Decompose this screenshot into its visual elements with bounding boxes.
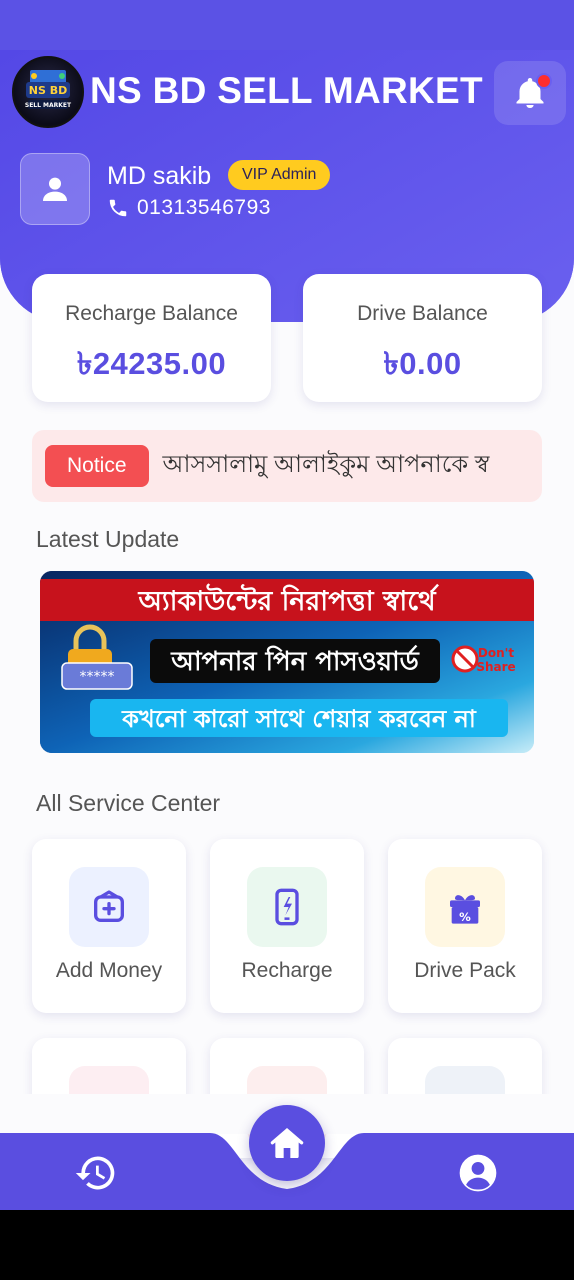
notice-tag: Notice [45, 445, 149, 487]
nav-history-button[interactable] [74, 1151, 118, 1195]
nav-home-button[interactable] [249, 1105, 325, 1181]
phone-icon [109, 199, 127, 217]
banner-pin-mask: ***** [80, 669, 115, 685]
dont-share-badge: Don't Share [451, 645, 516, 674]
latest-update-title: Latest Update [36, 526, 180, 552]
user-phone: 01313546793 [137, 196, 271, 219]
app-logo: NS BD SELL MARKET [12, 56, 84, 128]
banner-line-1: অ্যাকাউন্টের নিরাপত্তা স্বার্থে [137, 583, 439, 617]
vip-badge: VIP Admin [228, 160, 331, 190]
svg-text:NS BD: NS BD [29, 84, 67, 97]
service-drive-pack[interactable]: % Drive Pack [388, 839, 542, 1013]
wallet-plus-icon [69, 867, 149, 947]
banner-line-2: আপনার পিন পাসওয়ার্ড [170, 645, 419, 677]
service-label: Add Money [55, 959, 163, 982]
recharge-balance-card[interactable]: Recharge Balance ৳24235.00 [32, 274, 271, 402]
user-name: MD sakib [107, 162, 212, 190]
drive-balance-card[interactable]: Drive Balance ৳0.00 [303, 274, 542, 402]
avatar[interactable] [20, 153, 90, 225]
profile-icon [459, 1154, 497, 1192]
banner-badge-line-1: Don't [478, 646, 514, 660]
banner-line-3: কখনো কারো সাথে শেয়ার করবেন না [121, 705, 477, 733]
app-screen: NS BD SELL MARKET NS BD SELL MARKET MD s… [0, 0, 574, 1280]
app-title: NS BD SELL MARKET [90, 70, 483, 111]
service-label: Drive Pack [414, 959, 516, 982]
user-icon [43, 177, 67, 201]
banner-badge-line-2: Share [476, 660, 515, 674]
gift-percent-icon: % [425, 867, 505, 947]
svg-text:%: % [459, 910, 471, 924]
history-icon [75, 1156, 115, 1190]
phone-charge-icon [247, 867, 327, 947]
service-add-money[interactable]: Add Money [32, 839, 186, 1013]
all-service-title: All Service Center [36, 790, 221, 816]
nav-profile-button[interactable] [456, 1151, 500, 1195]
home-icon [270, 1128, 304, 1158]
service-label: Recharge [241, 959, 333, 982]
notification-dot [536, 73, 552, 89]
security-banner[interactable]: অ্যাকাউন্টের নিরাপত্তা স্বার্থে ***** আপ… [40, 571, 534, 753]
notification-button[interactable] [494, 61, 566, 125]
notice-text: আসসালামু আলাইকুম আপনাকে স্ব [162, 451, 490, 478]
balance-label: Drive Balance [357, 302, 488, 325]
balance-value: ৳0.00 [383, 346, 462, 381]
user-phone-row: 01313546793 [107, 196, 271, 220]
balance-value: ৳24235.00 [76, 346, 227, 381]
system-nav-bar [0, 1210, 574, 1280]
service-recharge[interactable]: Recharge [210, 839, 364, 1013]
status-bar [0, 0, 574, 50]
balance-label: Recharge Balance [65, 302, 238, 325]
notice-bar[interactable]: Notice আসসালামু আলাইকুম আপনাকে স্ব [32, 430, 542, 502]
svg-text:SELL MARKET: SELL MARKET [25, 102, 72, 109]
